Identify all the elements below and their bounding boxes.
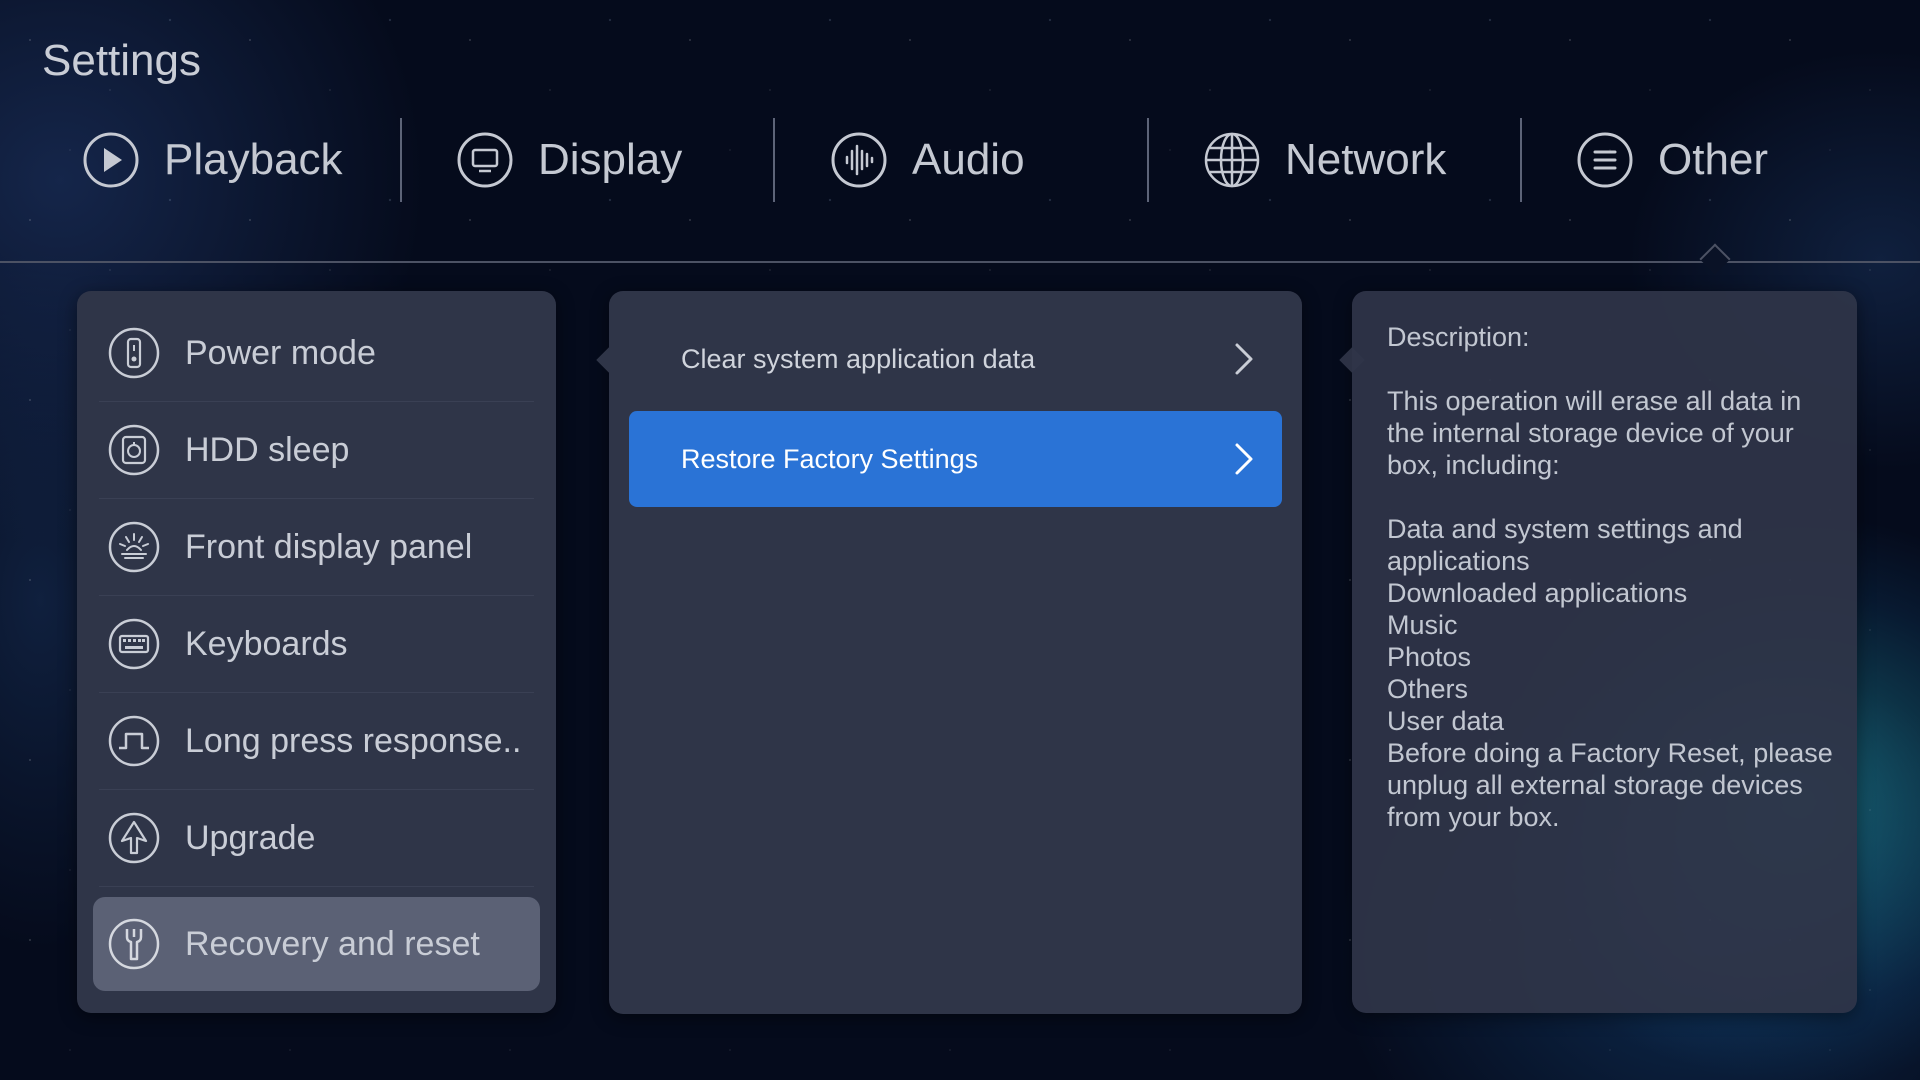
sidebar-menu: Power mode HDD sleep Front display panel…: [77, 291, 556, 1013]
keyboard-icon: [107, 617, 161, 671]
option-label: Restore Factory Settings: [681, 443, 979, 474]
monitor-icon: [456, 131, 514, 189]
sidebar-item-label: Long press response..: [185, 721, 522, 760]
description-list-item: Photos: [1387, 642, 1472, 672]
sidebar-item-label: Power mode: [185, 333, 376, 372]
tab-label: Network: [1285, 135, 1447, 184]
sidebar-item-recovery-and-reset[interactable]: Recovery and reset: [93, 897, 540, 991]
tab-label: Audio: [912, 135, 1025, 184]
menu-lines-icon: [1576, 131, 1634, 189]
tab-label: Display: [538, 135, 683, 184]
play-circle-icon: [82, 131, 140, 189]
wrench-icon: [107, 917, 161, 971]
tab-divider: [400, 118, 402, 202]
sidebar-item-label: Front display panel: [185, 527, 473, 566]
tab-divider: [1147, 118, 1149, 202]
sidebar-item-front-display-panel[interactable]: Front display panel: [93, 500, 540, 596]
option-label: Clear system application data: [681, 343, 1036, 374]
divider: [99, 401, 534, 402]
description-list-item: Data and system settings and application…: [1387, 514, 1743, 576]
description-intro: This operation will erase all data in th…: [1387, 386, 1802, 480]
tab-divider: [773, 118, 775, 202]
tab-playback[interactable]: Playback: [82, 118, 343, 202]
upgrade-arrow-icon: [107, 811, 161, 865]
description-warning: Before doing a Factory Reset, please unp…: [1387, 738, 1833, 832]
globe-icon: [1203, 131, 1261, 189]
clear-system-app-data-option[interactable]: Clear system application data: [629, 311, 1282, 407]
tab-network[interactable]: Network: [1203, 118, 1446, 202]
divider: [99, 498, 534, 499]
sidebar-item-label: Upgrade: [185, 818, 316, 857]
tab-audio[interactable]: Audio: [830, 118, 1025, 202]
pulse-square-icon: [107, 714, 161, 768]
page-title: Settings: [42, 36, 201, 85]
description-list-item: User data: [1387, 706, 1505, 736]
tab-label: Playback: [164, 135, 343, 184]
sidebar-item-keyboards[interactable]: Keyboards: [93, 597, 540, 693]
description-list-item: Others: [1387, 674, 1469, 704]
description-list-item: Music: [1387, 610, 1458, 640]
restore-factory-settings-option[interactable]: Restore Factory Settings: [629, 411, 1282, 507]
sidebar-item-label: Recovery and reset: [185, 924, 480, 963]
front-panel-icon: [107, 520, 161, 574]
sidebar-item-long-press-response[interactable]: Long press response..: [93, 694, 540, 790]
tab-other[interactable]: Other: [1576, 118, 1768, 202]
selected-tab-indicator: [1699, 243, 1731, 275]
divider: [99, 789, 534, 790]
category-tabs: Playback Display Audio Network Other: [0, 118, 1920, 222]
sidebar-item-label: Keyboards: [185, 624, 348, 663]
description-list-item: Downloaded applications: [1387, 578, 1688, 608]
chevron-right-icon: [1228, 439, 1258, 479]
sidebar-item-label: HDD sleep: [185, 430, 350, 469]
chevron-right-icon: [1228, 339, 1258, 379]
tab-divider: [1520, 118, 1522, 202]
description-text: Description: This operation will erase a…: [1387, 321, 1842, 833]
divider: [99, 595, 534, 596]
options-panel: Clear system application data Restore Fa…: [609, 291, 1302, 1014]
divider: [99, 886, 534, 887]
sidebar-item-power-mode[interactable]: Power mode: [93, 306, 540, 402]
tab-display[interactable]: Display: [456, 118, 682, 202]
tab-underline-divider: [0, 261, 1920, 263]
hdd-timer-icon: [107, 423, 161, 477]
sidebar-item-upgrade[interactable]: Upgrade: [93, 791, 540, 887]
power-remote-icon: [107, 326, 161, 380]
tab-label: Other: [1658, 135, 1769, 184]
description-panel: Description: This operation will erase a…: [1352, 291, 1857, 1013]
sidebar-item-hdd-sleep[interactable]: HDD sleep: [93, 403, 540, 499]
audio-wave-icon: [830, 131, 888, 189]
divider: [99, 692, 534, 693]
description-heading: Description:: [1387, 322, 1530, 352]
